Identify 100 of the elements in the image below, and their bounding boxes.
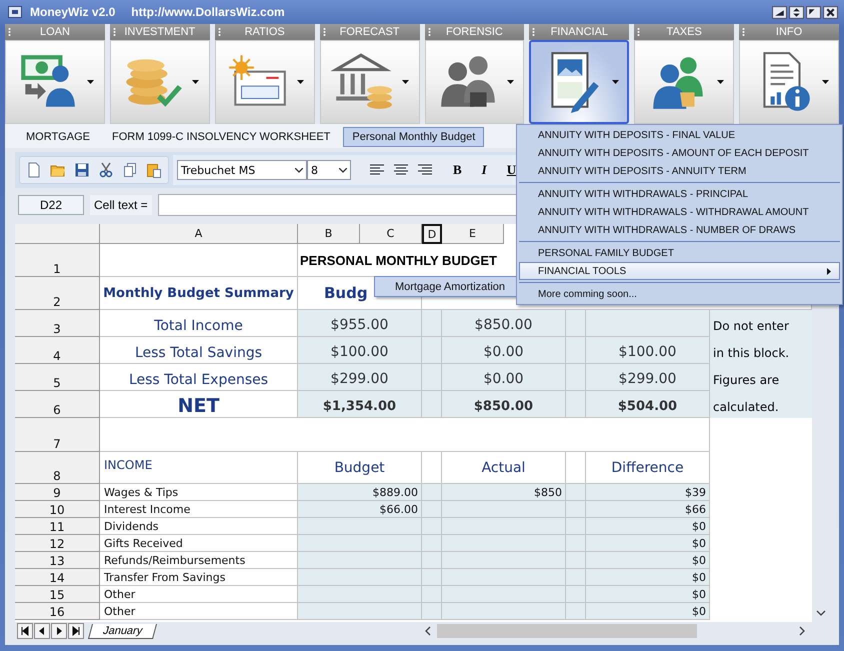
value-cell: $504.00 xyxy=(586,391,710,418)
sheet-tab[interactable]: FORM 1099-C INSOLVENCY WORKSHEET xyxy=(102,127,340,147)
font-select[interactable]: Trebuchet MS xyxy=(177,160,307,180)
column-header[interactable]: D xyxy=(422,224,442,244)
income-heading: INCOME xyxy=(100,452,298,484)
caret-icon xyxy=(297,80,304,84)
menu-item[interactable]: ANNUITY WITH WITHDRAWALS - NUMBER OF DRAWS xyxy=(519,221,840,239)
value-cell: $1,354.00 xyxy=(298,391,422,418)
scroll-down-icon[interactable] xyxy=(816,610,826,616)
caret-icon xyxy=(506,80,514,84)
menu-item[interactable]: FINANCIAL TOOLS xyxy=(519,262,840,280)
ribbon-button[interactable] xyxy=(424,40,524,124)
income-label: Dividends xyxy=(100,518,298,535)
table-cell xyxy=(566,518,586,535)
value-cell: $850 xyxy=(442,484,566,501)
table-cell xyxy=(422,535,442,552)
caret-icon xyxy=(192,80,200,84)
column-header[interactable]: A xyxy=(100,224,298,244)
ribbon-group-label: TAXES xyxy=(666,26,703,38)
cut-icon[interactable] xyxy=(98,162,114,178)
column-header[interactable]: E xyxy=(442,224,504,244)
ribbon-button[interactable] xyxy=(320,40,420,124)
menu-item[interactable]: ANNUITY WITH WITHDRAWALS - PRINCIPAL xyxy=(519,185,840,203)
row-number: 16 xyxy=(15,603,100,620)
table-cell xyxy=(566,452,586,484)
format-button[interactable]: I xyxy=(476,162,493,178)
chevron-down-icon xyxy=(339,168,347,172)
table-cell xyxy=(422,569,442,586)
table-cell xyxy=(566,310,586,337)
restore-icon[interactable] xyxy=(789,6,804,18)
value-cell: $66.00 xyxy=(298,501,422,518)
note-cell: calculated. xyxy=(710,391,812,418)
income-label: Other xyxy=(100,603,298,620)
ribbon-button[interactable] xyxy=(529,40,630,124)
income-label: Gifts Received xyxy=(100,535,298,552)
value-cell: $955.00 xyxy=(298,310,422,337)
income-label: Wages & Tips xyxy=(100,484,298,501)
table-cell xyxy=(422,391,442,418)
value-cell: $66 xyxy=(586,501,710,518)
value-cell: $299.00 xyxy=(298,364,422,391)
new-file-icon[interactable] xyxy=(26,162,42,178)
next-sheet-icon[interactable] xyxy=(51,623,67,639)
value-cell: $0 xyxy=(586,535,710,552)
scroll-right-icon[interactable] xyxy=(799,626,806,636)
sheet-tab[interactable]: Personal Monthly Budget xyxy=(343,127,484,147)
row-number: 8 xyxy=(15,452,100,484)
grip-icon xyxy=(428,27,430,37)
table-cell xyxy=(566,552,586,569)
value-cell: $0 xyxy=(586,586,710,603)
grip-icon xyxy=(8,27,11,37)
cell-text-label: Cell text = xyxy=(90,195,152,215)
grip-icon xyxy=(322,27,326,37)
menu-item[interactable]: ANNUITY WITH DEPOSITS - FINAL VALUE xyxy=(519,126,840,144)
row-number: 14 xyxy=(15,569,100,586)
column-header[interactable]: C xyxy=(360,224,422,244)
row-number: 13 xyxy=(15,552,100,569)
row-number: 2 xyxy=(15,277,100,310)
last-sheet-icon[interactable] xyxy=(68,623,84,639)
row-number: 5 xyxy=(15,364,100,391)
maximize-icon[interactable] xyxy=(806,6,821,18)
previous-sheet-icon[interactable] xyxy=(34,623,50,639)
table-cell xyxy=(422,452,442,484)
scrollbar-thumb[interactable] xyxy=(437,624,698,638)
column-header[interactable]: B xyxy=(298,224,360,244)
table-cell xyxy=(422,484,442,501)
menu-item[interactable]: ANNUITY WITH WITHDRAWALS - WITHDRAWAL AMOUNT xyxy=(519,203,840,221)
save-icon[interactable] xyxy=(74,162,90,178)
ribbon-button[interactable] xyxy=(739,40,839,124)
note-cell: Do not enter xyxy=(710,310,812,337)
grip-icon xyxy=(112,27,116,37)
corner-cell[interactable] xyxy=(15,224,100,244)
row-number: 7 xyxy=(15,418,100,452)
caret-icon xyxy=(822,80,829,84)
ribbon-button[interactable] xyxy=(634,40,734,124)
table-cell xyxy=(422,337,442,364)
income-label: Transfer From Savings xyxy=(100,569,298,586)
ribbon-group-label: RATIOS xyxy=(244,26,286,38)
ribbon-button[interactable] xyxy=(214,40,315,124)
close-icon[interactable] xyxy=(823,6,838,18)
row-number: 11 xyxy=(15,518,100,535)
row-number: 3 xyxy=(15,310,100,337)
minimize-icon[interactable] xyxy=(772,6,787,18)
paste-icon[interactable] xyxy=(146,162,162,178)
row-number: 1 xyxy=(15,244,100,277)
value-cell: $100.00 xyxy=(586,337,710,364)
cell-reference-field[interactable]: D22 xyxy=(18,195,84,215)
font-size-select[interactable]: 8 xyxy=(307,160,351,180)
table-cell xyxy=(422,501,442,518)
menu-item[interactable]: ANNUITY WITH DEPOSITS - AMOUNT OF EACH DEPOSIT xyxy=(519,144,840,162)
value-cell: $889.00 xyxy=(298,484,422,501)
ribbon-button[interactable] xyxy=(5,40,105,124)
ribbon-group-label: FORENSIC xyxy=(445,26,504,38)
note-cell: Figures are xyxy=(710,364,812,391)
scroll-left-icon[interactable] xyxy=(425,626,432,636)
worksheet-tab[interactable]: January xyxy=(88,624,158,638)
copy-icon[interactable] xyxy=(122,162,138,178)
grip-icon xyxy=(532,27,536,37)
format-button[interactable]: B xyxy=(447,162,468,178)
sheet-tab[interactable]: MORTGAGE xyxy=(17,127,99,147)
first-sheet-icon[interactable] xyxy=(17,623,33,639)
